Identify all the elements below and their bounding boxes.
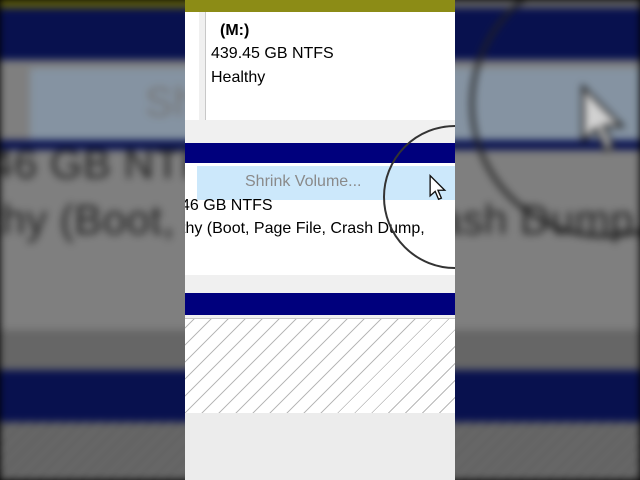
volume-m-size: 439.45 GB NTFS <box>211 45 334 62</box>
unallocated-space-block[interactable] <box>185 318 455 414</box>
volume-m-status: Healthy <box>211 69 266 86</box>
volume-m-name: (M:) <box>220 22 250 39</box>
disk-label-strip <box>185 12 199 120</box>
disk-management-crop: (M:) 439.45 GB NTFS Healthy Shrink Volum… <box>185 0 455 480</box>
volume-m-block[interactable]: (M:) 439.45 GB NTFS Healthy <box>205 12 455 120</box>
volume-c-size: 46 GB NTFS <box>185 197 273 214</box>
volume-header-bar <box>185 0 455 12</box>
mouse-cursor-icon <box>429 174 447 201</box>
shrink-volume-label: Shrink Volume... <box>245 173 362 190</box>
partition-header-bar-2 <box>185 293 455 315</box>
disk-panel-bottom <box>185 413 455 480</box>
